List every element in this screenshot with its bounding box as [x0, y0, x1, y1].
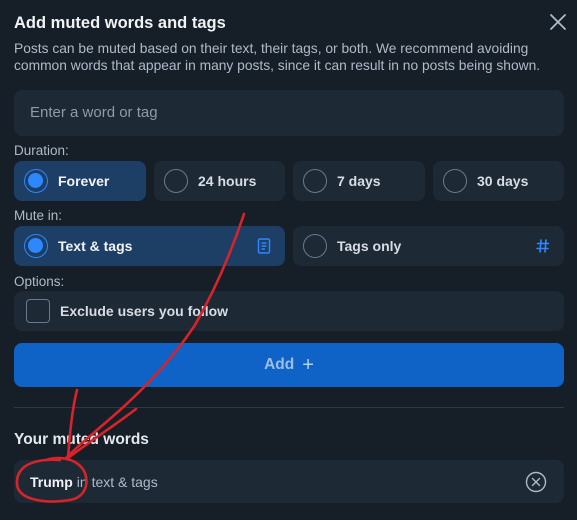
- duration-24h-option[interactable]: 24 hours: [154, 161, 285, 201]
- section-divider: [14, 407, 564, 408]
- add-button-label: Add: [264, 356, 295, 373]
- duration-30d-label: 30 days: [477, 173, 529, 189]
- duration-24h-label: 24 hours: [198, 173, 257, 189]
- exclude-following-label: Exclude users you follow: [60, 303, 229, 319]
- exclude-following-option[interactable]: Exclude users you follow: [14, 291, 564, 331]
- dialog-title: Add muted words and tags: [14, 14, 226, 32]
- muted-word-scope: in text & tags: [76, 473, 158, 490]
- muted-word-input[interactable]: Enter a word or tag: [14, 90, 564, 136]
- mute-tags-only-label: Tags only: [337, 238, 402, 254]
- hashtag-icon: [536, 239, 550, 253]
- muted-word-placeholder: Enter a word or tag: [30, 104, 158, 121]
- duration-30d-option[interactable]: 30 days: [433, 161, 564, 201]
- mute-text-and-tags-option[interactable]: Text & tags: [14, 226, 285, 266]
- checkbox-icon: [26, 299, 50, 323]
- duration-7d-label: 7 days: [337, 173, 381, 189]
- duration-forever-label: Forever: [58, 173, 110, 189]
- plus-icon: +: [302, 353, 314, 376]
- radio-icon: [303, 169, 327, 193]
- radio-icon: [164, 169, 188, 193]
- radio-icon-selected: [24, 169, 48, 193]
- options-label: Options:: [14, 274, 65, 289]
- duration-label: Duration:: [14, 143, 69, 158]
- remove-muted-word-icon[interactable]: [525, 471, 547, 493]
- add-button[interactable]: Add +: [14, 343, 564, 387]
- radio-icon: [303, 234, 327, 258]
- mute-text-and-tags-label: Text & tags: [58, 238, 133, 254]
- radio-icon-selected: [24, 234, 48, 258]
- muted-words-title: Your muted words: [14, 431, 149, 448]
- document-icon: [257, 238, 271, 254]
- radio-icon: [443, 169, 467, 193]
- mute-in-label: Mute in:: [14, 208, 63, 223]
- dialog-description: Posts can be muted based on their text, …: [14, 41, 541, 73]
- muted-word-text: Trump: [30, 473, 73, 490]
- close-icon[interactable]: [549, 13, 567, 31]
- duration-7d-option[interactable]: 7 days: [293, 161, 425, 201]
- mute-tags-only-option[interactable]: Tags only: [293, 226, 564, 266]
- duration-forever-option[interactable]: Forever: [14, 161, 146, 201]
- muted-word-item: Trump in text & tags: [14, 460, 564, 503]
